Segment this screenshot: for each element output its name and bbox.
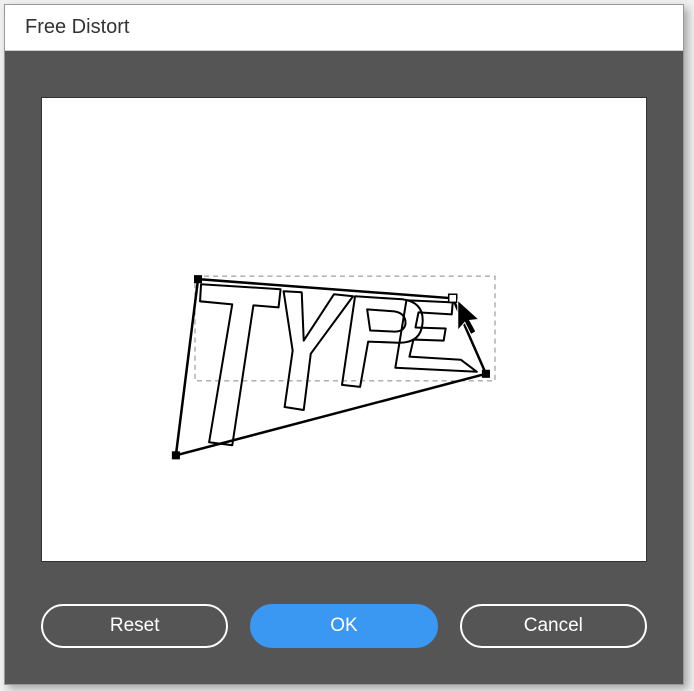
handle-top-left[interactable]	[194, 275, 202, 283]
button-row: Reset OK Cancel	[41, 604, 647, 648]
cancel-button[interactable]: Cancel	[460, 604, 647, 648]
distorted-type-text	[200, 284, 477, 445]
dialog-body: Reset OK Cancel	[5, 51, 683, 684]
ok-button[interactable]: OK	[250, 604, 437, 648]
free-distort-dialog: Free Distort	[4, 4, 684, 685]
handle-bottom-left[interactable]	[172, 451, 180, 459]
handle-bottom-right[interactable]	[482, 370, 490, 378]
cursor-arrow-icon	[458, 300, 479, 334]
title-bar: Free Distort	[5, 5, 683, 51]
distort-preview-svg	[42, 98, 646, 561]
reset-button[interactable]: Reset	[41, 604, 228, 648]
dialog-title: Free Distort	[25, 16, 129, 39]
handle-top-right[interactable]	[449, 294, 457, 302]
preview-canvas[interactable]	[41, 97, 647, 562]
